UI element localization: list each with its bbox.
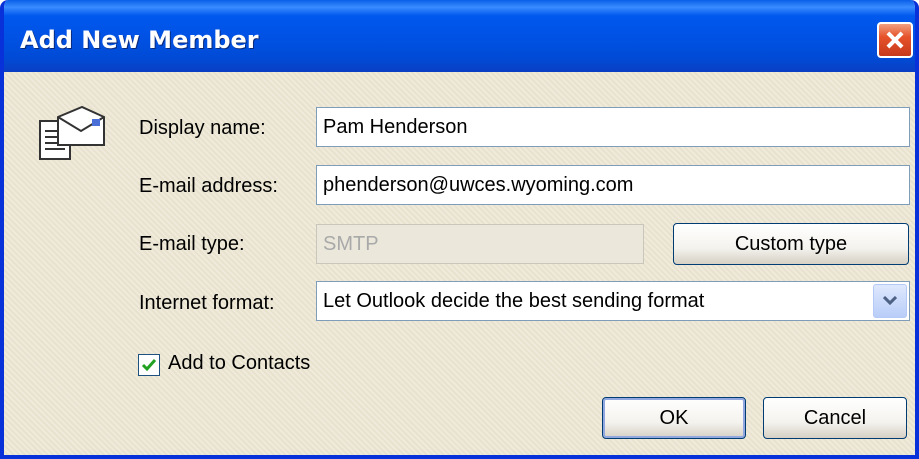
close-icon[interactable] bbox=[877, 22, 913, 58]
ok-button[interactable]: OK bbox=[602, 397, 746, 439]
add-new-member-dialog: Add New Member Display name: Pam Henders… bbox=[0, 0, 919, 459]
cancel-button[interactable]: Cancel bbox=[763, 397, 907, 439]
internet-format-label: Internet format: bbox=[139, 292, 275, 314]
title-bar[interactable]: Add New Member bbox=[4, 0, 915, 72]
custom-type-button-label: Custom type bbox=[734, 232, 848, 255]
window-title: Add New Member bbox=[20, 26, 259, 54]
email-address-field[interactable]: phenderson@uwces.wyoming.com bbox=[316, 165, 910, 205]
email-address-label: E-mail address: bbox=[139, 175, 278, 197]
email-type-label: E-mail type: bbox=[139, 233, 245, 255]
ok-button-label: OK bbox=[659, 406, 689, 429]
custom-type-button[interactable]: Custom type bbox=[673, 223, 909, 265]
display-name-label: Display name: bbox=[139, 117, 266, 139]
add-to-contacts-label[interactable]: Add to Contacts bbox=[168, 352, 310, 375]
dialog-body: Display name: Pam Henderson E-mail addre… bbox=[4, 72, 915, 455]
internet-format-select[interactable]: Let Outlook decide the best sending form… bbox=[316, 281, 910, 321]
envelope-contact-icon bbox=[39, 105, 105, 160]
cancel-button-label: Cancel bbox=[803, 406, 867, 429]
internet-format-selected-value: Let Outlook decide the best sending form… bbox=[323, 290, 705, 312]
add-to-contacts-checkbox[interactable] bbox=[138, 354, 160, 376]
display-name-field[interactable]: Pam Henderson bbox=[316, 107, 910, 147]
checkmark-icon bbox=[141, 359, 157, 372]
email-type-field: SMTP bbox=[316, 224, 644, 264]
chevron-down-icon[interactable] bbox=[873, 284, 907, 318]
